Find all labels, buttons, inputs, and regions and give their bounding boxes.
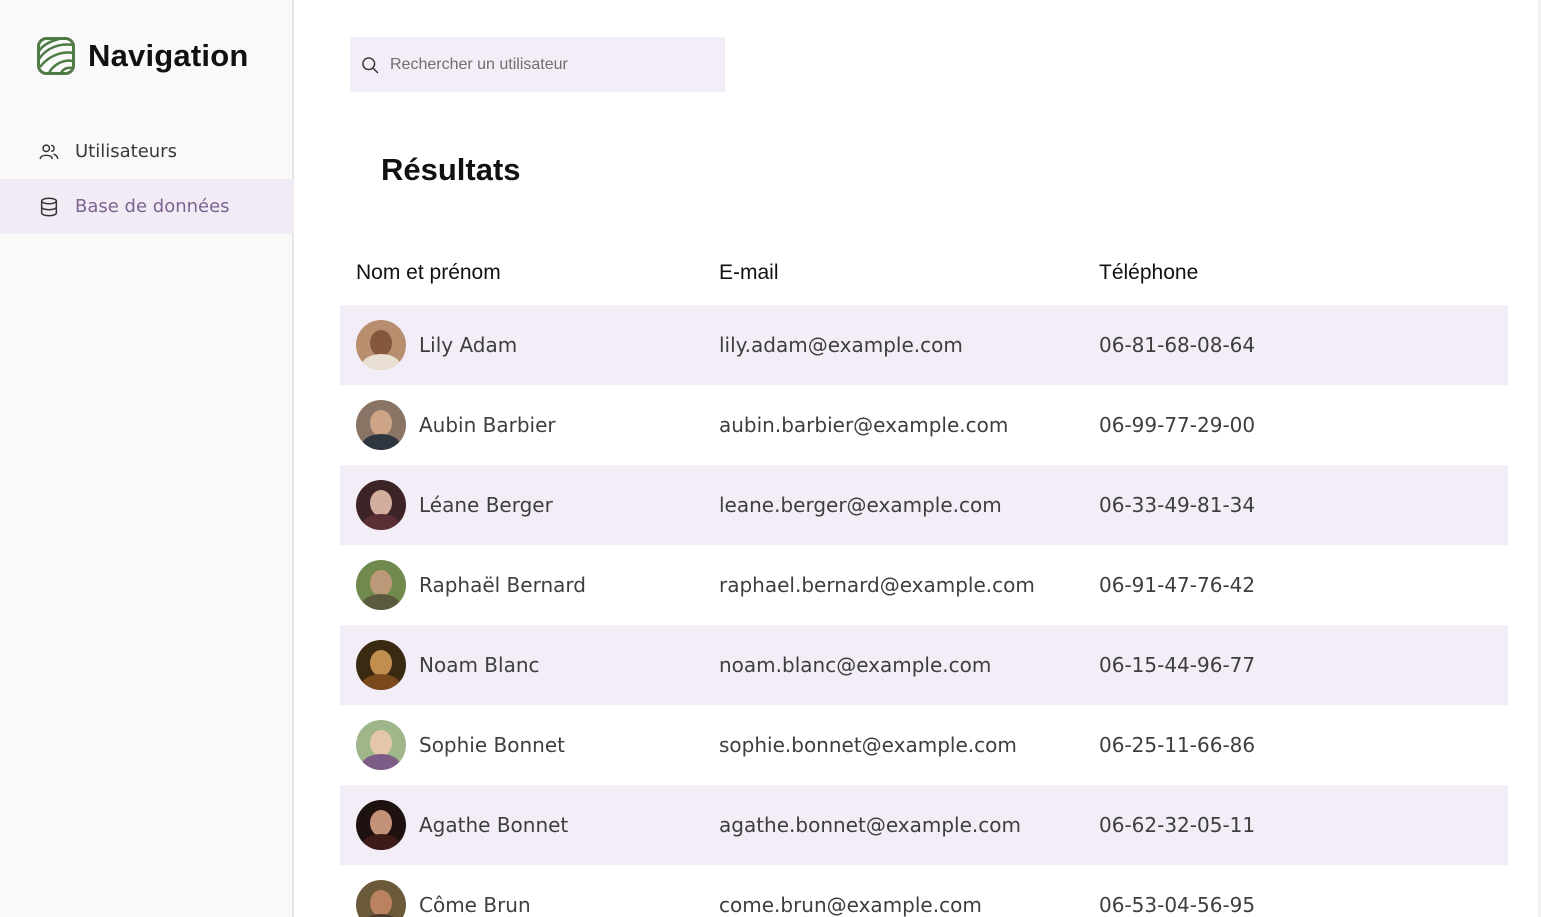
column-header-phone: Téléphone	[1099, 260, 1199, 284]
table-row[interactable]: Lily Adam lily.adam@example.com 06-81-68…	[340, 305, 1508, 385]
search-box[interactable]	[350, 37, 725, 92]
table-header: Nom et prénom E-mail Téléphone	[340, 240, 1508, 305]
user-email: agathe.bonnet@example.com	[719, 813, 1021, 837]
avatar	[356, 560, 406, 610]
user-phone: 06-15-44-96-77	[1099, 653, 1256, 677]
avatar	[356, 640, 406, 690]
table-row[interactable]: Agathe Bonnet agathe.bonnet@example.com …	[340, 785, 1508, 865]
results-table: Nom et prénom E-mail Téléphone Lily Adam…	[340, 240, 1508, 917]
avatar	[356, 320, 406, 370]
search-input[interactable]	[390, 55, 710, 74]
user-email: leane.berger@example.com	[719, 493, 1002, 517]
user-phone: 06-91-47-76-42	[1099, 573, 1256, 597]
avatar	[356, 400, 406, 450]
user-email: come.brun@example.com	[719, 893, 982, 917]
table-row[interactable]: Côme Brun come.brun@example.com 06-53-04…	[340, 865, 1508, 917]
avatar	[356, 800, 406, 850]
avatar	[356, 480, 406, 530]
user-email: sophie.bonnet@example.com	[719, 733, 1017, 757]
leaf-pattern-logo-icon	[37, 37, 75, 75]
brand: Navigation	[37, 37, 248, 75]
user-name: Côme Brun	[419, 893, 531, 917]
column-header-email: E-mail	[719, 260, 779, 284]
sidebar-item-users[interactable]: Utilisateurs	[0, 124, 294, 179]
user-email: raphael.bernard@example.com	[719, 573, 1035, 597]
user-phone: 06-33-49-81-34	[1099, 493, 1256, 517]
database-icon	[40, 197, 58, 216]
avatar	[356, 720, 406, 770]
table-row[interactable]: Sophie Bonnet sophie.bonnet@example.com …	[340, 705, 1508, 785]
table-row[interactable]: Aubin Barbier aubin.barbier@example.com …	[340, 385, 1508, 465]
sidebar-item-database[interactable]: Base de données	[0, 179, 294, 234]
main-content: Résultats Nom et prénom E-mail Téléphone…	[296, 0, 1538, 917]
table-row[interactable]: Raphaël Bernard raphael.bernard@example.…	[340, 545, 1508, 625]
table-row[interactable]: Léane Berger leane.berger@example.com 06…	[340, 465, 1508, 545]
search-icon	[362, 56, 379, 73]
user-name: Raphaël Bernard	[419, 573, 586, 597]
page-title: Résultats	[381, 152, 521, 187]
user-phone: 06-99-77-29-00	[1099, 413, 1256, 437]
user-name: Aubin Barbier	[419, 413, 556, 437]
user-phone: 06-53-04-56-95	[1099, 893, 1256, 917]
user-email: aubin.barbier@example.com	[719, 413, 1009, 437]
user-phone: 06-81-68-08-64	[1099, 333, 1256, 357]
sidebar-nav: Utilisateurs Base de données	[0, 124, 294, 234]
user-email: noam.blanc@example.com	[719, 653, 992, 677]
user-name: Léane Berger	[419, 493, 553, 517]
user-phone: 06-62-32-05-11	[1099, 813, 1256, 837]
user-name: Noam Blanc	[419, 653, 540, 677]
user-phone: 06-25-11-66-86	[1099, 733, 1256, 757]
sidebar-item-label: Utilisateurs	[75, 141, 177, 162]
avatar	[356, 880, 406, 917]
table-row[interactable]: Noam Blanc noam.blanc@example.com 06-15-…	[340, 625, 1508, 705]
sidebar-title: Navigation	[88, 38, 249, 73]
sidebar-item-label: Base de données	[75, 196, 230, 217]
user-name: Lily Adam	[419, 333, 518, 357]
users-icon	[39, 143, 59, 159]
sidebar: Navigation Utilisateurs Base de données	[0, 0, 294, 917]
app-window: Navigation Utilisateurs Base de données	[0, 0, 1541, 917]
user-email: lily.adam@example.com	[719, 333, 963, 357]
user-name: Sophie Bonnet	[419, 733, 565, 757]
user-name: Agathe Bonnet	[419, 813, 569, 837]
column-header-name: Nom et prénom	[356, 260, 501, 284]
